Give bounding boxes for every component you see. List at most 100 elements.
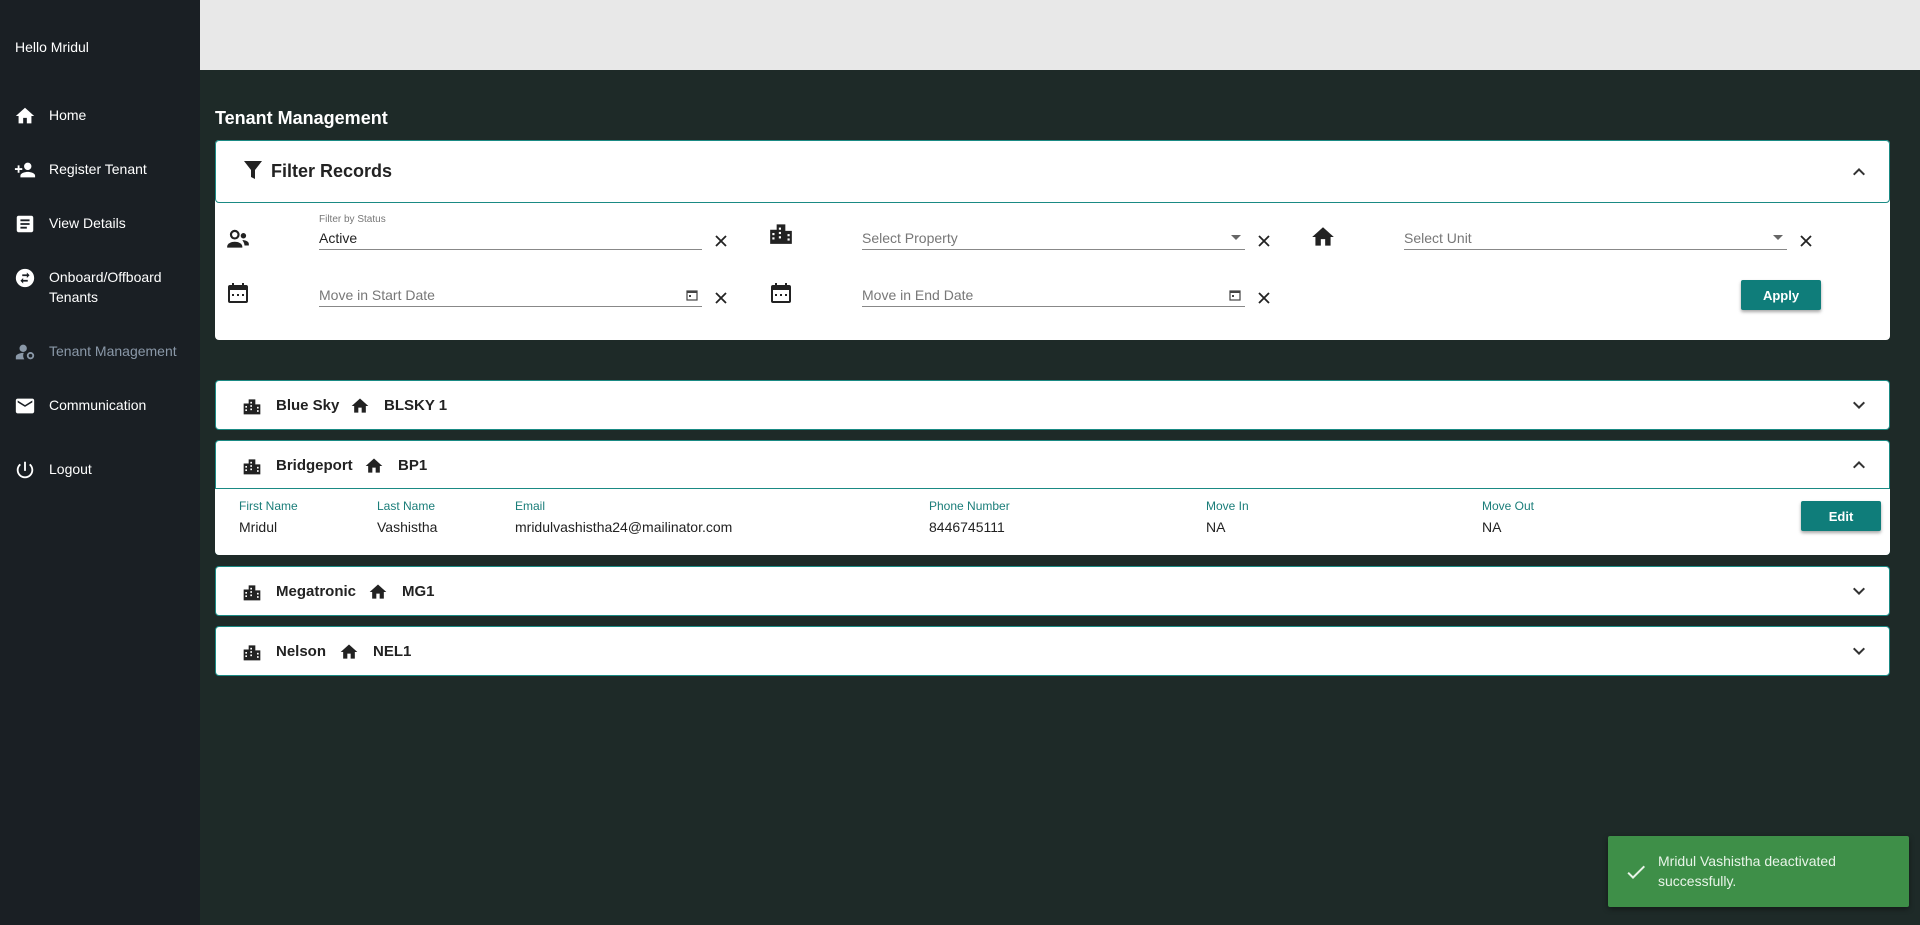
power-icon: [14, 459, 36, 481]
house-icon: [350, 396, 370, 416]
sidebar-item-label: Communication: [49, 397, 147, 413]
start-date-placeholder: Move in Start Date: [319, 287, 435, 303]
group-header[interactable]: Bridgeport BP1: [216, 441, 1889, 489]
top-bar: [200, 0, 1920, 70]
filter-title: Filter Records: [271, 161, 393, 181]
home-icon: [14, 105, 36, 127]
group-header[interactable]: Megatronic MG1: [216, 567, 1889, 615]
move-in-end-date-field[interactable]: Move in End Date: [862, 283, 1245, 307]
building-icon: [242, 642, 262, 662]
chevron-down-icon[interactable]: [1847, 393, 1871, 417]
toast-message: Mridul Vashistha deactivated successfull…: [1658, 853, 1836, 889]
move-out-column: Move Out NA: [1482, 499, 1534, 535]
clear-unit-icon[interactable]: [1799, 234, 1813, 248]
move-out-value: NA: [1482, 519, 1502, 535]
column-header: Last Name: [377, 499, 436, 513]
building-icon: [242, 456, 262, 476]
house-icon: [339, 642, 359, 662]
move-in-value: NA: [1206, 519, 1226, 535]
column-header: Move Out: [1482, 499, 1535, 513]
email-value: mridulvashistha24@mailinator.com: [515, 519, 733, 535]
first-name-column: First Name Mridul: [239, 499, 298, 535]
success-toast[interactable]: Mridul Vashistha deactivated successfull…: [1608, 836, 1909, 907]
sidebar-item-tenant-management[interactable]: Tenant Management: [14, 341, 194, 363]
status-field-label: Filter by Status: [319, 214, 386, 225]
mail-icon: [14, 395, 36, 417]
sidebar-item-label: Tenant Management: [49, 343, 177, 359]
building-icon: [768, 220, 794, 246]
dropdown-caret-icon: [1231, 235, 1241, 240]
filter-header[interactable]: Filter Records: [215, 140, 1890, 203]
date-picker-icon[interactable]: [1229, 289, 1241, 301]
clear-status-icon[interactable]: [714, 234, 728, 248]
article-icon: [14, 213, 36, 235]
clear-property-icon[interactable]: [1257, 234, 1271, 248]
sidebar-item-home[interactable]: Home: [14, 105, 194, 127]
sidebar-item-label: Register Tenant: [49, 161, 147, 177]
column-header: Phone Number: [929, 499, 1010, 513]
property-name: Bridgeport: [276, 457, 353, 474]
end-date-placeholder: Move in End Date: [862, 287, 974, 303]
unit-name: MG1: [402, 583, 435, 600]
date-picker-icon[interactable]: [686, 289, 698, 301]
page-title: Tenant Management: [215, 108, 388, 128]
filter-panel: Filter Records Filter by Status Active S…: [215, 140, 1890, 340]
sidebar-item-register-tenant[interactable]: Register Tenant: [14, 159, 194, 181]
column-header: Email: [515, 499, 546, 513]
calendar-icon: [226, 281, 252, 307]
building-icon: [242, 396, 262, 416]
calendar-icon: [769, 281, 795, 307]
sidebar: Hello Mridul Home Register Tenant View D…: [0, 0, 200, 925]
clear-start-date-icon[interactable]: [714, 291, 728, 305]
sidebar-item-label: Home: [49, 107, 87, 123]
greeting: Hello Mridul: [15, 39, 89, 55]
column-header: First Name: [239, 499, 298, 513]
sidebar-item-label: View Details: [49, 215, 126, 231]
property-name: Blue Sky: [276, 397, 340, 414]
check-icon: [1623, 860, 1649, 884]
house-icon: [368, 582, 388, 602]
building-icon: [242, 582, 262, 602]
house-icon: [1310, 224, 1336, 250]
move-in-start-date-field[interactable]: Move in Start Date: [319, 283, 702, 307]
email-column: Email mridulvashistha24@mailinator.com: [515, 499, 732, 535]
group-header[interactable]: Nelson NEL1: [216, 627, 1889, 675]
move-in-column: Move In NA: [1206, 499, 1249, 535]
sidebar-item-logout[interactable]: Logout: [14, 459, 194, 481]
property-select[interactable]: Select Property: [862, 226, 1245, 250]
property-group-blue-sky: Blue Sky BLSKY 1: [215, 380, 1890, 430]
tenant-row: First Name Mridul Last Name Vashistha Em…: [215, 489, 1890, 555]
property-name: Nelson: [276, 643, 327, 660]
sidebar-item-communication[interactable]: Communication: [14, 395, 194, 417]
edit-button[interactable]: Edit: [1801, 501, 1881, 531]
unit-name: NEL1: [373, 643, 412, 660]
column-header: Move In: [1206, 499, 1249, 513]
phone-column: Phone Number 8446745111: [929, 499, 1010, 535]
chevron-up-icon[interactable]: [1847, 453, 1871, 477]
status-value: Active: [319, 230, 358, 246]
property-name: Megatronic: [276, 583, 357, 600]
manage-accounts-icon: [14, 341, 36, 363]
swap-icon: [14, 267, 36, 289]
unit-select[interactable]: Select Unit: [1404, 226, 1787, 250]
filter-icon: [244, 161, 262, 181]
chevron-down-icon[interactable]: [1847, 639, 1871, 663]
sidebar-item-view-details[interactable]: View Details: [14, 213, 194, 235]
chevron-down-icon[interactable]: [1847, 579, 1871, 603]
person-add-icon: [14, 159, 36, 181]
apply-button[interactable]: Apply: [1741, 280, 1821, 310]
group-header[interactable]: Blue Sky BLSKY 1: [216, 381, 1889, 429]
phone-value: 8446745111: [929, 519, 1005, 535]
sidebar-item-label: Onboard/Offboard Tenants: [49, 269, 162, 305]
sidebar-item-onboard-offboard[interactable]: Onboard/Offboard Tenants: [14, 267, 194, 307]
first-name-value: Mridul: [239, 519, 278, 535]
property-placeholder: Select Property: [862, 230, 958, 246]
dropdown-caret-icon: [1773, 235, 1783, 240]
chevron-up-icon[interactable]: [1847, 160, 1871, 184]
property-group-megatronic: Megatronic MG1: [215, 566, 1890, 616]
status-field[interactable]: Filter by Status Active: [319, 214, 702, 250]
people-icon: [225, 226, 251, 252]
property-group-nelson: Nelson NEL1: [215, 626, 1890, 676]
last-name-value: Vashistha: [377, 519, 438, 535]
clear-end-date-icon[interactable]: [1257, 291, 1271, 305]
